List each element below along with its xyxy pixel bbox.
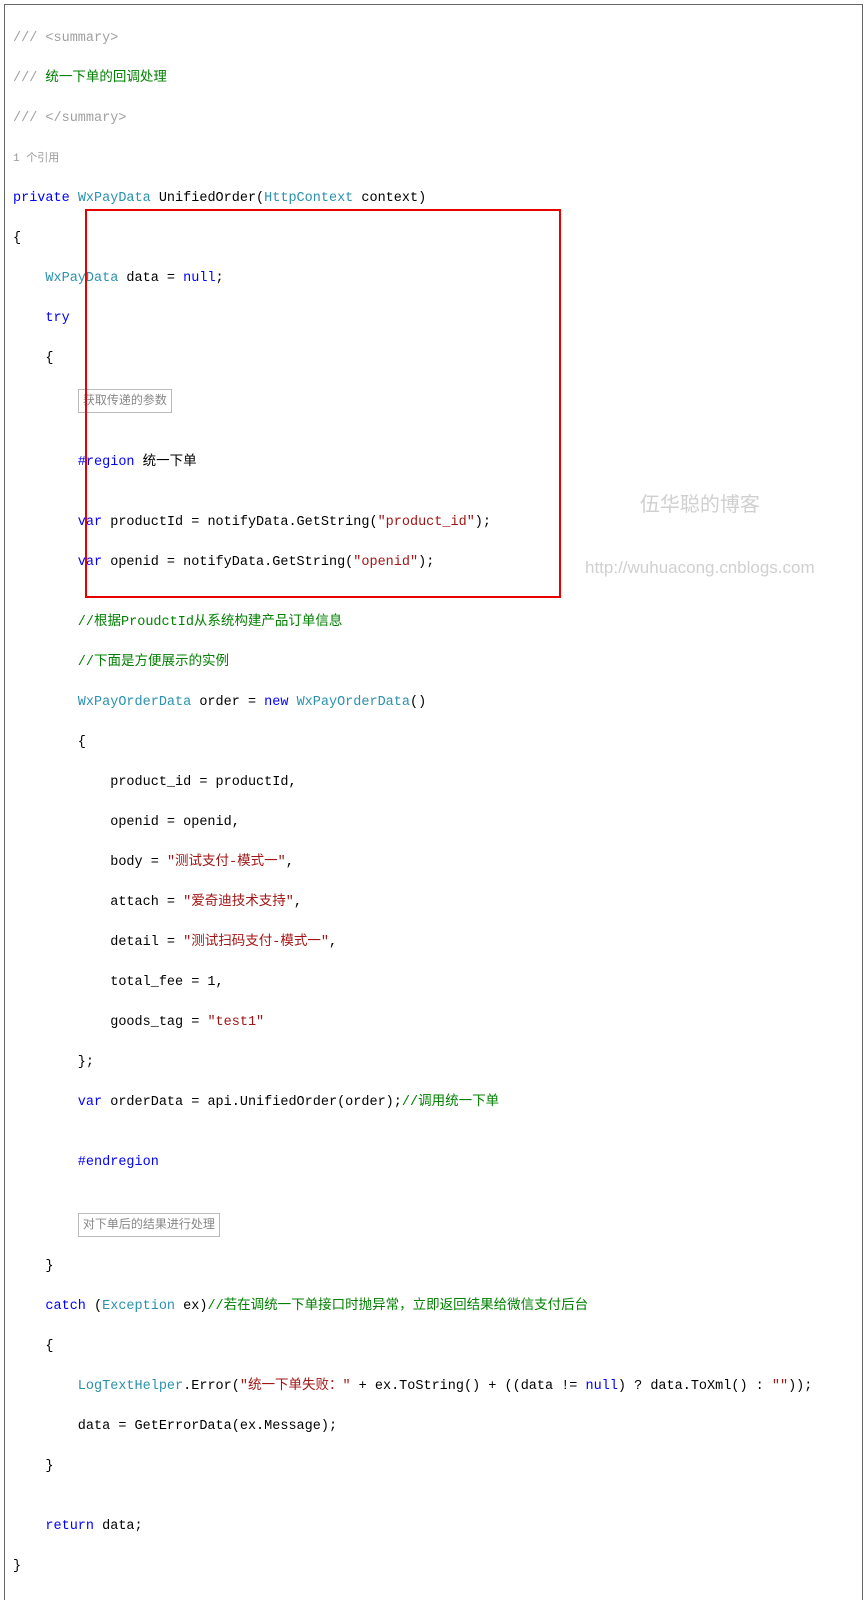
- paren: (: [86, 1299, 102, 1314]
- code-text: openid = notifyData.GetString(: [102, 555, 353, 570]
- string-literal: "测试支付-模式一": [167, 855, 286, 870]
- code-text: order =: [191, 695, 264, 710]
- decl-rest: data =: [118, 271, 183, 286]
- brace: };: [5, 1053, 862, 1073]
- field: goods_tag =: [13, 1015, 207, 1030]
- code-text: orderData = api.UnifiedOrder(order);: [102, 1095, 402, 1110]
- kw-private: private: [13, 191, 70, 206]
- method-name: UnifiedOrder(: [151, 191, 264, 206]
- code-text: );: [418, 555, 434, 570]
- string-literal: "product_id": [378, 515, 475, 530]
- kw-var: var: [13, 555, 102, 570]
- references-count: 1 个引用: [5, 149, 862, 169]
- brace: {: [5, 349, 862, 369]
- code-block: /// <summary> /// 统一下单的回调处理 /// </summar…: [4, 4, 863, 1600]
- string-literal: "openid": [353, 555, 418, 570]
- comma: ,: [329, 935, 337, 950]
- type: Exception: [102, 1299, 175, 1314]
- type: WxPayOrderData: [13, 695, 191, 710]
- collapsed-region-params[interactable]: 获取传递的参数: [78, 389, 172, 413]
- collapsed-region-result[interactable]: 对下单后的结果进行处理: [78, 1213, 220, 1237]
- code-text: ex): [175, 1299, 207, 1314]
- field: attach =: [13, 895, 183, 910]
- type: LogTextHelper: [13, 1379, 183, 1394]
- kw-return: return: [13, 1519, 94, 1534]
- brace: {: [5, 733, 862, 753]
- param-type: HttpContext: [264, 191, 353, 206]
- brace: }: [5, 1257, 862, 1277]
- brace: }: [5, 1557, 862, 1577]
- kw-var: var: [13, 515, 102, 530]
- field: total_fee = 1,: [5, 973, 862, 993]
- code-text: ));: [788, 1379, 812, 1394]
- watermark-title: 伍华聪的博客: [585, 495, 815, 515]
- code-text: productId = notifyData.GetString(: [102, 515, 377, 530]
- string-literal: "测试扫码支付-模式一": [183, 935, 329, 950]
- brace: }: [5, 1457, 862, 1477]
- kw-null: null: [183, 271, 215, 286]
- code-text: );: [475, 515, 491, 530]
- code-text: ) ? data.ToXml() :: [618, 1379, 772, 1394]
- kw-try: try: [13, 311, 70, 326]
- kw-new: new: [264, 695, 288, 710]
- brace: {: [5, 229, 862, 249]
- xml-doc-close: /// </summary>: [13, 111, 126, 126]
- code-text: data;: [94, 1519, 143, 1534]
- field: openid = openid,: [5, 813, 862, 833]
- field: body =: [13, 855, 167, 870]
- comma: ,: [286, 855, 294, 870]
- comment: //若在调统一下单接口时抛异常，立即返回结果给微信支付后台: [207, 1299, 588, 1314]
- string-literal: "爱奇迪技术支持": [183, 895, 294, 910]
- string-literal: "test1": [207, 1015, 264, 1030]
- comment: //根据ProudctId从系统构建产品订单信息: [13, 615, 342, 630]
- code-text: (): [410, 695, 426, 710]
- kw-var: var: [13, 1095, 102, 1110]
- kw-null: null: [586, 1379, 618, 1394]
- code-text: .Error(: [183, 1379, 240, 1394]
- kw-region: #region: [13, 455, 135, 470]
- field: detail =: [13, 935, 183, 950]
- comment: //下面是方便展示的实例: [13, 655, 229, 670]
- comma: ,: [294, 895, 302, 910]
- region-label: 统一下单: [135, 455, 197, 470]
- code-text: + ex.ToString() + ((data !=: [351, 1379, 586, 1394]
- brace: {: [5, 1337, 862, 1357]
- return-type: WxPayData: [70, 191, 151, 206]
- string-literal: "": [772, 1379, 788, 1394]
- xml-doc-prefix: ///: [13, 71, 45, 86]
- comment: //调用统一下单: [402, 1095, 499, 1110]
- kw-endregion: #endregion: [13, 1155, 159, 1170]
- param-rest: context): [353, 191, 426, 206]
- code-text: data = GetErrorData(ex.Message);: [5, 1417, 862, 1437]
- decl-type: WxPayData: [13, 271, 118, 286]
- field: product_id = productId,: [5, 773, 862, 793]
- string-literal: "统一下单失败：": [240, 1379, 351, 1394]
- xml-doc-text: 统一下单的回调处理: [45, 71, 167, 86]
- kw-catch: catch: [13, 1299, 86, 1314]
- semi: ;: [216, 271, 224, 286]
- xml-doc-open: /// <summary>: [13, 31, 118, 46]
- type: WxPayOrderData: [288, 695, 410, 710]
